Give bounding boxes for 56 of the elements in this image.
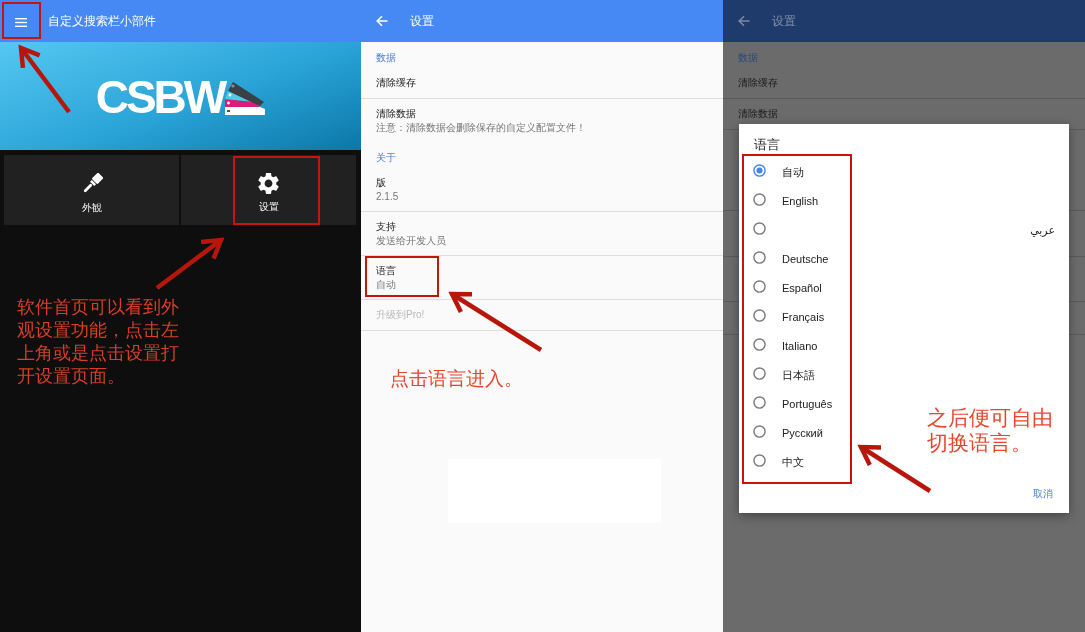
gear-icon xyxy=(258,173,279,194)
app-title: 自定义搜索栏小部件 xyxy=(48,12,156,30)
item-title: 版 xyxy=(376,176,386,190)
option-label: Español xyxy=(782,281,822,294)
pointer-arrow xyxy=(155,237,225,290)
radio-button[interactable] xyxy=(753,396,766,409)
back-arrow-icon[interactable] xyxy=(376,15,388,27)
section-header: 数据 xyxy=(375,51,397,65)
cancel-button[interactable]: 取消 xyxy=(1033,487,1053,501)
menu-tile[interactable]: 外観 xyxy=(4,155,179,225)
radio-button[interactable] xyxy=(753,251,766,264)
settings-item[interactable]: 清除缓存 xyxy=(361,68,723,99)
item-summary: 2.1.5 xyxy=(376,190,399,203)
radio-button[interactable] xyxy=(753,454,766,467)
pointer-arrow xyxy=(18,44,71,114)
settings-item[interactable]: 语言 自动 xyxy=(361,256,723,300)
item-title: 清除数据 xyxy=(376,107,416,121)
option-label: 日本語 xyxy=(782,368,815,381)
back-arrow-icon xyxy=(738,15,750,27)
annotation-text: 点击语言进入。 xyxy=(390,368,524,390)
settings-item[interactable]: 清除数据 注意：清除数据会删除保存的自定义配置文件！ xyxy=(361,99,723,142)
item-title: 清除数据 xyxy=(738,107,778,121)
radio-button[interactable] xyxy=(753,367,766,380)
option-label: 中文 xyxy=(782,455,804,468)
option-label: Русский xyxy=(782,426,823,439)
option-label: Deutsche xyxy=(782,252,829,265)
dialog-title: 语言 xyxy=(753,136,781,154)
radio-button[interactable] xyxy=(753,280,766,293)
option-label: Português xyxy=(782,397,833,410)
logo-text: CSBW xyxy=(95,74,225,120)
option-label: Français xyxy=(782,310,825,323)
app-title: 设置 xyxy=(410,12,434,30)
annotation-text: 之后便可自由切换语言。 xyxy=(927,405,1053,455)
option-label: عربي xyxy=(1030,223,1055,236)
item-title: 清除缓存 xyxy=(376,76,416,90)
radio-button[interactable] xyxy=(753,193,766,206)
section-header: 关于 xyxy=(375,151,397,165)
annotation-text: 软件首页可以看到外观设置功能，点击左上角或是点击设置打开设置页面。 xyxy=(17,296,179,388)
menu-icon xyxy=(15,17,27,27)
option-label: Italiano xyxy=(782,339,818,352)
menu-tile[interactable]: 设置 xyxy=(181,155,356,225)
radio-button[interactable] xyxy=(753,309,766,322)
app-title: 设置 xyxy=(772,12,796,30)
item-summary: 发送给开发人员 xyxy=(376,234,446,247)
item-title: 支持 xyxy=(376,220,396,234)
radio-button[interactable] xyxy=(753,338,766,351)
radio-button[interactable] xyxy=(753,164,766,177)
item-summary: 注意：清除数据会删除保存的自定义配置文件！ xyxy=(376,121,586,134)
swatch-fan-icon xyxy=(224,81,266,115)
option-label: English xyxy=(782,194,819,207)
item-summary: 自动 xyxy=(376,278,396,291)
radio-button[interactable] xyxy=(753,425,766,438)
item-title: 清除缓存 xyxy=(738,76,778,90)
radio-button[interactable] xyxy=(753,222,766,235)
option-label: 自动 xyxy=(782,165,804,178)
item-title: 语言 xyxy=(376,264,396,278)
